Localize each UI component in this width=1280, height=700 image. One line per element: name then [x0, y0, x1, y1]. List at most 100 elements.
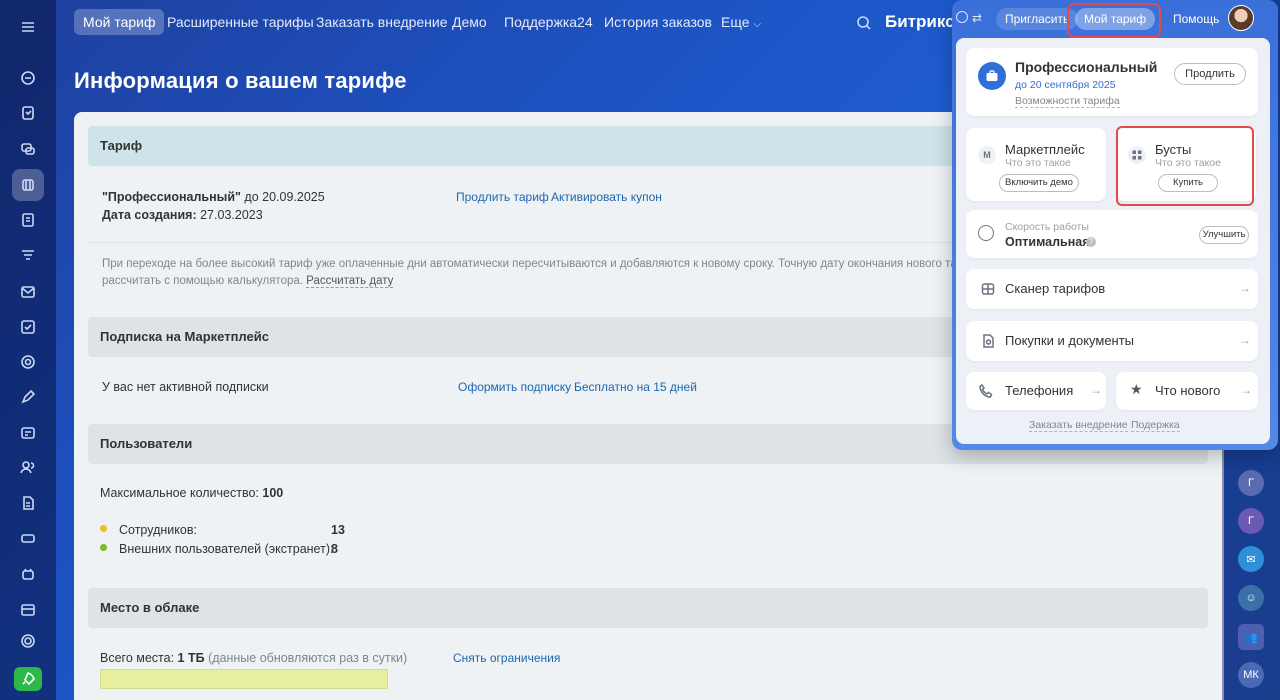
telephony-row[interactable]: Телефония →	[966, 372, 1106, 410]
arrow-right-icon: →	[1239, 333, 1251, 347]
tariff-note-line1: При переходе на более высокий тариф уже …	[102, 258, 997, 270]
plan-card[interactable]: Профессиональный до 20 сентября 2025 Воз…	[966, 48, 1258, 116]
chat-avatar[interactable]: Г	[1238, 508, 1264, 534]
speedometer-icon	[978, 225, 994, 241]
tab-demo[interactable]: Демо	[443, 9, 496, 35]
robot-icon[interactable]	[12, 558, 44, 590]
documents-icon[interactable]	[12, 204, 44, 236]
tab-order-implementation[interactable]: Заказать внедрение	[307, 9, 457, 35]
tariff-note-line2: рассчитать с помощью калькулятора. Рассч…	[102, 273, 394, 290]
tariff-nav-icon[interactable]	[12, 169, 44, 201]
subscribe-link[interactable]: Оформить подписку	[458, 380, 571, 394]
marketplace-card[interactable]: M Маркетплейс Что это такое Включить дем…	[966, 128, 1106, 201]
tariff-created-line: Дата создания: 27.03.2023	[102, 208, 263, 222]
external-value: 8	[331, 542, 338, 556]
tab-extended-tariffs[interactable]: Расширенные тарифы	[158, 9, 323, 35]
storage-icon[interactable]	[12, 522, 44, 554]
settings-gear-icon[interactable]	[12, 625, 44, 657]
activate-coupon-link[interactable]: Активировать купон	[551, 190, 662, 204]
tariff-popup: ⇄ Пригласить Мой тариф Помощь Профессион…	[952, 0, 1278, 450]
enable-demo-button[interactable]: Включить демо	[999, 174, 1079, 192]
chat-bubble-icon[interactable]: ✉	[1238, 546, 1264, 572]
marketplace-what-link[interactable]: Что это такое	[1005, 157, 1071, 169]
chevron-down-icon: ⌵	[753, 19, 761, 30]
target-icon[interactable]	[12, 346, 44, 378]
filter-icon[interactable]	[12, 240, 44, 272]
user-avatar[interactable]	[1228, 5, 1254, 31]
left-navigation	[0, 0, 56, 700]
tab-support24[interactable]: Поддержка24	[495, 9, 602, 35]
documents-lock-icon	[980, 333, 996, 349]
phone-icon	[978, 383, 994, 399]
purchases-row[interactable]: Покупки и документы →	[966, 321, 1258, 361]
tariff-until: до 20.09.2025	[244, 190, 325, 204]
arrow-right-icon: →	[1090, 383, 1102, 397]
chat-avatar[interactable]: МК	[1238, 662, 1264, 688]
remove-limits-link[interactable]: Снять ограничения	[453, 651, 560, 665]
cloud-total-line: Всего места: 1 ТБ (данные обновляются ра…	[100, 651, 407, 665]
order-implementation-link[interactable]: Заказать внедрение	[1029, 419, 1128, 432]
tariff-scanner-row[interactable]: Сканер тарифов →	[966, 269, 1258, 309]
user-avatar-icon[interactable]: ☺	[1238, 585, 1264, 611]
tasks-icon[interactable]	[12, 97, 44, 129]
whats-new-row[interactable]: ★ Что нового →	[1116, 372, 1258, 410]
chat-avatar[interactable]: Г	[1238, 470, 1264, 496]
info-icon[interactable]: ?	[1086, 237, 1096, 247]
employees-label: Сотрудников:	[119, 523, 197, 537]
activity-icon[interactable]	[12, 62, 44, 94]
search-icon[interactable]	[856, 15, 872, 31]
speed-card[interactable]: Скорость работы Оптимальная ? Улучшить	[966, 210, 1258, 258]
scanner-icon	[980, 281, 996, 297]
tab-more[interactable]: Еще ⌵	[712, 9, 770, 35]
mail-icon[interactable]	[12, 276, 44, 308]
pen-icon[interactable]	[12, 381, 44, 413]
max-users-value: 100	[262, 486, 284, 500]
highlight-frame	[1067, 3, 1161, 38]
calculate-date-link[interactable]: Рассчитать дату	[306, 275, 394, 288]
extend-tariff-link[interactable]: Продлить тариф	[456, 190, 549, 204]
support-link[interactable]: Подержка	[1131, 419, 1180, 432]
file-icon[interactable]	[12, 487, 44, 519]
calendar-icon[interactable]	[12, 594, 44, 626]
tariff-name: "Профессиональный"	[102, 190, 241, 204]
help-button[interactable]: Помощь	[1164, 8, 1228, 30]
group-icon[interactable]: 👥	[1238, 624, 1264, 650]
arrow-right-icon: →	[1240, 383, 1252, 397]
marketplace-icon: M	[978, 146, 996, 164]
briefcase-icon	[978, 62, 1006, 90]
menu-burger-icon[interactable]	[12, 11, 44, 43]
clock-icon[interactable]	[956, 11, 968, 23]
free-trial-link[interactable]: Бесплатно на 15 дней	[574, 380, 697, 394]
chat-icon[interactable]	[12, 133, 44, 165]
employees-bullet	[100, 525, 107, 532]
created-value: 27.03.2023	[200, 208, 263, 222]
telephony-label: Телефония	[1005, 383, 1074, 398]
tab-my-tariff[interactable]: Мой тариф	[74, 9, 165, 35]
tariff-scanner-label: Сканер тарифов	[1005, 281, 1106, 296]
created-label: Дата создания:	[102, 208, 197, 222]
improve-speed-button[interactable]: Улучшить	[1199, 226, 1249, 244]
max-users-label: Максимальное количество:	[100, 486, 259, 500]
tariff-note-text: рассчитать с помощью калькулятора.	[102, 275, 303, 287]
marketplace-title: Маркетплейс	[1005, 142, 1085, 157]
speed-value: Оптимальная	[1005, 235, 1090, 249]
employees-value: 13	[331, 523, 345, 537]
extend-plan-button[interactable]: Продлить	[1174, 63, 1246, 85]
tariff-name-line: "Профессиональный" до 20.09.2025	[102, 190, 325, 204]
external-bullet	[100, 544, 107, 551]
checkbox-icon[interactable]	[12, 311, 44, 343]
cloud-total-note: (данные обновляются раз в сутки)	[208, 651, 408, 665]
boosts-highlight-frame	[1116, 126, 1254, 206]
whats-new-label: Что нового	[1155, 383, 1221, 398]
rocket-icon[interactable]	[14, 667, 42, 691]
invite-button[interactable]: Пригласить	[996, 8, 1079, 30]
tab-order-history[interactable]: История заказов	[595, 9, 721, 35]
max-users-line: Максимальное количество: 100	[100, 486, 283, 500]
section-header-cloud: Место в облаке	[88, 588, 1208, 628]
cloud-total-label: Всего места:	[100, 651, 175, 665]
plan-features-link[interactable]: Возможности тарифа	[1015, 95, 1120, 108]
users-icon[interactable]	[12, 451, 44, 483]
sliders-icon[interactable]: ⇄	[972, 12, 982, 24]
card-icon[interactable]	[12, 417, 44, 449]
tab-more-label: Еще	[721, 14, 750, 30]
